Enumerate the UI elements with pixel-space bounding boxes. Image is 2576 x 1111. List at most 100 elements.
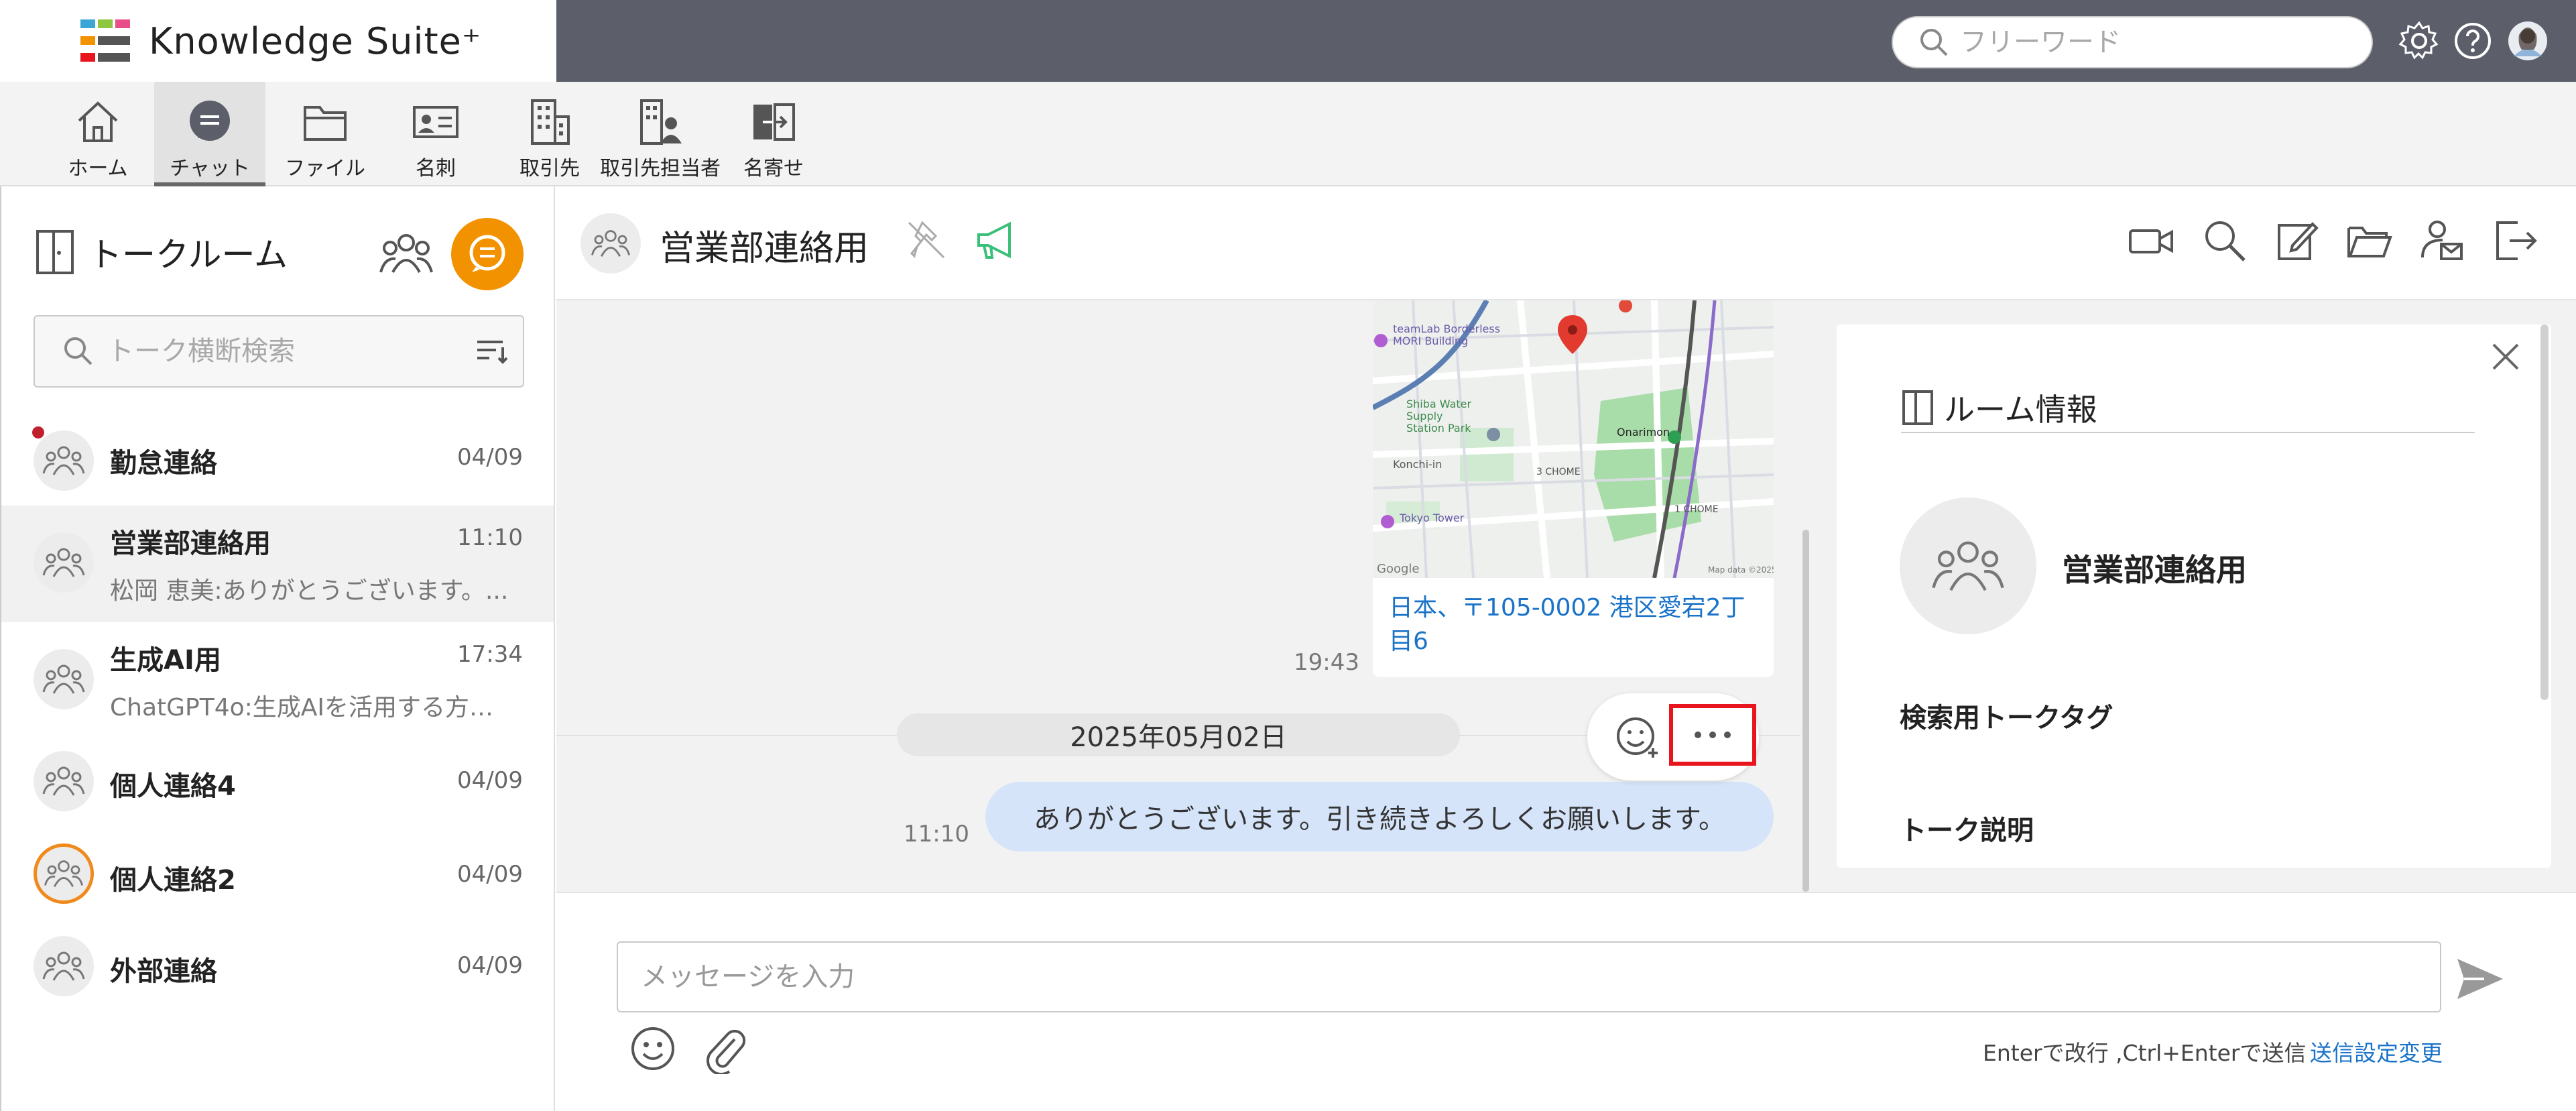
room-tag-label: 検索用トークタグ bbox=[1900, 703, 2113, 734]
brand[interactable]: Knowledge Suite⁺ bbox=[0, 0, 556, 82]
nav-business-card-label: 名刺 bbox=[416, 157, 456, 180]
group-avatar bbox=[34, 843, 94, 904]
group-icon bbox=[42, 664, 85, 694]
talk-search[interactable] bbox=[34, 315, 524, 388]
group-icon bbox=[42, 951, 85, 981]
room-item[interactable]: 外部連絡 04/09 bbox=[1, 924, 554, 1012]
user-avatar[interactable] bbox=[2507, 20, 2549, 62]
location-address[interactable]: 日本、〒105-0002 港区愛宕2丁目6 bbox=[1373, 578, 1774, 672]
nav-business-card[interactable]: 名刺 bbox=[395, 82, 476, 186]
brand-logo-icon bbox=[80, 19, 130, 62]
group-avatar bbox=[34, 751, 94, 811]
building-person-icon bbox=[640, 99, 682, 145]
room-description-label: トーク説明 bbox=[1900, 815, 2034, 846]
send-settings-link[interactable]: 送信設定変更 bbox=[2310, 1035, 2443, 1067]
room-preview: ChatGPT4o:生成AIを活用する方法... bbox=[110, 694, 512, 721]
message-input[interactable] bbox=[617, 941, 2441, 1012]
room-info-scrollbar[interactable] bbox=[2540, 325, 2549, 700]
nav-client-contacts-label: 取引先担当者 bbox=[600, 157, 721, 180]
edit-icon[interactable] bbox=[2272, 216, 2322, 266]
home-icon bbox=[78, 101, 118, 142]
nav-home-label: ホーム bbox=[68, 157, 128, 180]
folder-open-icon[interactable] bbox=[2345, 216, 2394, 266]
room-time: 04/09 bbox=[457, 952, 523, 979]
close-icon[interactable] bbox=[2487, 338, 2524, 375]
talk-room-heading: トークルーム bbox=[34, 228, 288, 276]
room-item-selected[interactable]: 営業部連絡用 11:10 松岡 恵美:ありがとうございます。... bbox=[1, 506, 554, 622]
nav-chat[interactable]: チャット bbox=[154, 82, 265, 186]
chat-room-avatar bbox=[580, 213, 641, 274]
room-info-name: 営業部連絡用 bbox=[2062, 552, 2247, 588]
add-reaction-icon[interactable] bbox=[1613, 711, 1662, 760]
group-avatar bbox=[34, 430, 94, 491]
megaphone-icon[interactable] bbox=[972, 216, 1022, 266]
app-nav: ホーム チャット ファイル 名刺 取引先 取引先担当者 名寄せ bbox=[0, 82, 2576, 186]
search-icon bbox=[1920, 29, 1948, 56]
more-options-button[interactable] bbox=[1669, 704, 1756, 766]
group-icon bbox=[42, 548, 85, 577]
talk-search-input[interactable] bbox=[107, 336, 456, 367]
room-item[interactable]: 個人連絡2 04/09 bbox=[1, 831, 554, 920]
room-item[interactable]: 個人連絡4 04/09 bbox=[1, 739, 554, 827]
svg-text:MORI Building: MORI Building bbox=[1393, 335, 1468, 347]
attachment-icon[interactable] bbox=[700, 1023, 751, 1074]
group-avatar bbox=[34, 532, 94, 593]
group-icon bbox=[591, 230, 630, 257]
room-time: 11:10 bbox=[457, 524, 523, 551]
svg-text:Supply: Supply bbox=[1406, 410, 1443, 422]
room-info-title-text: ルーム情報 bbox=[1944, 392, 2097, 428]
room-item[interactable]: 生成AI用 17:34 ChatGPT4o:生成AIを活用する方法... bbox=[1, 622, 554, 739]
members-icon[interactable] bbox=[379, 228, 433, 279]
more-horizontal-icon bbox=[1695, 732, 1731, 738]
nav-chat-label: チャット bbox=[170, 157, 250, 180]
brand-name: Knowledge Suite⁺ bbox=[149, 19, 482, 62]
chat-icon bbox=[190, 101, 230, 141]
room-name: 個人連絡4 bbox=[110, 771, 236, 802]
nav-merge[interactable]: 名寄せ bbox=[733, 82, 814, 186]
svg-text:Tokyo Tower: Tokyo Tower bbox=[1399, 512, 1465, 524]
message-time: 19:43 bbox=[1294, 649, 1359, 676]
help-icon[interactable] bbox=[2452, 20, 2494, 62]
sort-icon[interactable] bbox=[476, 338, 509, 365]
room-item[interactable]: 勤怠連絡 04/09 bbox=[1, 417, 554, 506]
send-button[interactable] bbox=[2453, 952, 2507, 1006]
pin-icon[interactable] bbox=[902, 216, 952, 266]
location-message[interactable]: teamLab Borderless MORI Building Shiba Wa… bbox=[1373, 300, 1774, 677]
room-info-title: ルーム情報 bbox=[1901, 384, 2475, 433]
nav-file[interactable]: ファイル bbox=[282, 82, 369, 186]
door-icon bbox=[36, 230, 74, 274]
room-time: 17:34 bbox=[457, 641, 523, 668]
group-icon bbox=[42, 446, 85, 475]
room-time: 04/09 bbox=[457, 767, 523, 794]
member-mail-icon[interactable] bbox=[2417, 216, 2467, 266]
new-chat-button[interactable] bbox=[450, 217, 524, 291]
date-separator: 2025年05月02日 bbox=[897, 713, 1460, 756]
chat-room-title: 営業部連絡用 bbox=[660, 229, 869, 269]
global-search-input[interactable] bbox=[1960, 27, 2335, 58]
global-search[interactable] bbox=[1892, 16, 2373, 68]
room-name: 生成AI用 bbox=[110, 645, 221, 676]
leave-room-icon[interactable] bbox=[2490, 216, 2539, 266]
svg-text:Konchi-in: Konchi-in bbox=[1393, 458, 1442, 471]
gear-icon[interactable] bbox=[2398, 20, 2440, 62]
video-call-icon[interactable] bbox=[2126, 216, 2176, 266]
chat-scrollbar-thumb[interactable] bbox=[1802, 530, 1809, 892]
nav-home[interactable]: ホーム bbox=[58, 82, 138, 186]
room-time: 04/09 bbox=[457, 861, 523, 888]
group-icon bbox=[44, 860, 83, 887]
unread-dot bbox=[32, 426, 44, 438]
svg-text:1 CHOME: 1 CHOME bbox=[1674, 504, 1719, 515]
search-icon[interactable] bbox=[2200, 216, 2250, 266]
emoji-icon[interactable] bbox=[627, 1023, 678, 1074]
map-image[interactable]: teamLab BorderlessMORI Building Shiba Wa… bbox=[1373, 300, 1774, 578]
room-name: 個人連絡2 bbox=[110, 865, 236, 896]
nav-clients[interactable]: 取引先 bbox=[509, 82, 590, 186]
room-info-avatar bbox=[1900, 498, 2036, 634]
svg-text:Map data ©2025: Map data ©2025 bbox=[1708, 565, 1774, 575]
door-icon bbox=[1902, 390, 1933, 425]
nav-clients-label: 取引先 bbox=[519, 157, 580, 180]
svg-text:Shiba Water: Shiba Water bbox=[1406, 398, 1472, 410]
message-bubble[interactable]: ありがとうございます。引き続きよろしくお願いします。 bbox=[985, 782, 1774, 852]
group-avatar bbox=[34, 936, 94, 996]
nav-client-contacts[interactable]: 取引先担当者 bbox=[600, 82, 721, 186]
